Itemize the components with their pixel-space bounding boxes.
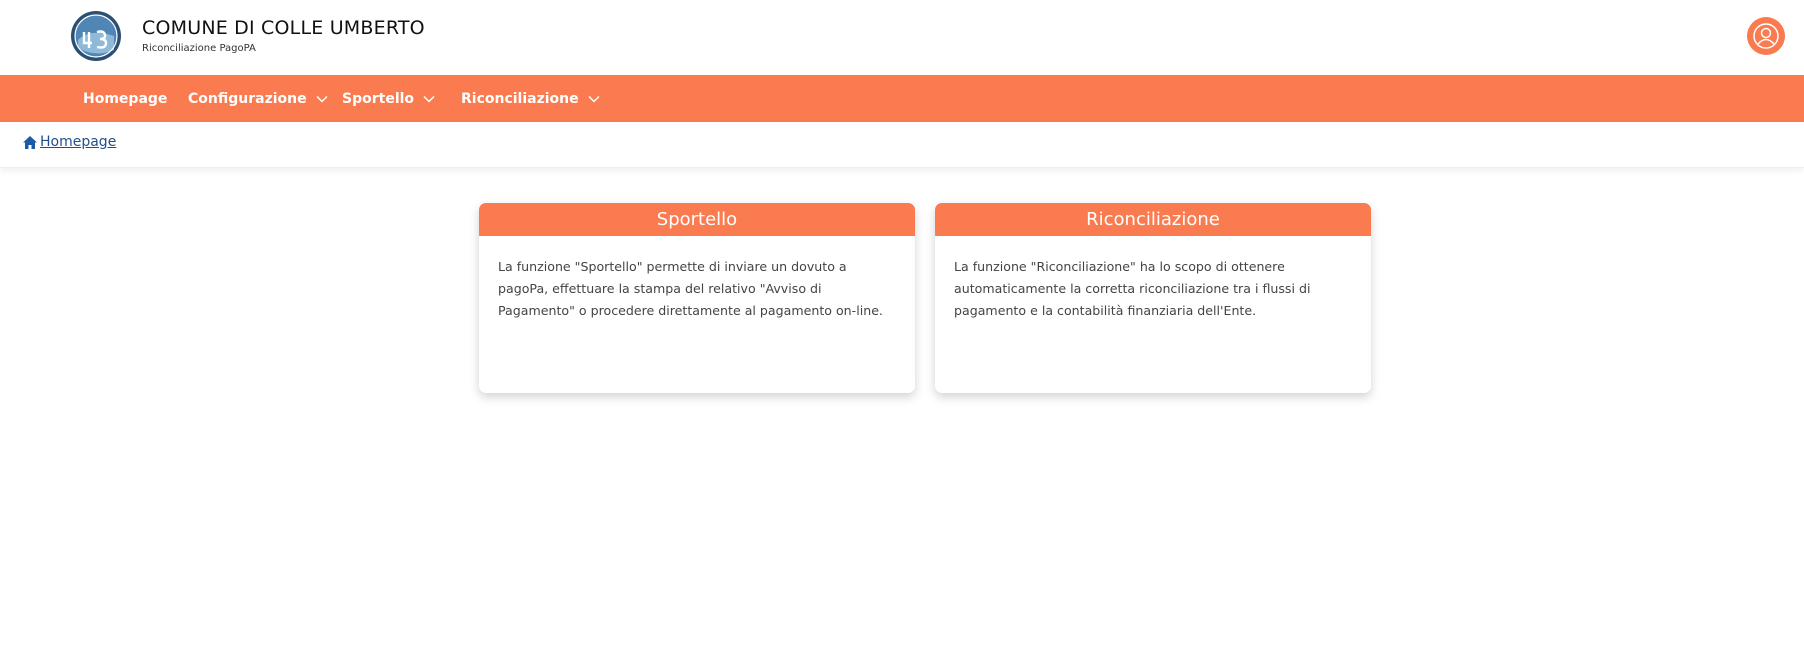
chevron-down-icon bbox=[423, 95, 435, 103]
site-title: COMUNE DI COLLE UMBERTO bbox=[142, 17, 425, 39]
card-description: La funzione "Sportello" permette di invi… bbox=[498, 259, 883, 318]
app-header: COMUNE DI COLLE UMBERTO Riconciliazione … bbox=[0, 0, 1804, 75]
nav-item-homepage[interactable]: Homepage bbox=[83, 75, 167, 122]
nav-item-riconciliazione[interactable]: Riconciliazione bbox=[461, 75, 600, 122]
card-description: La funzione "Riconciliazione" ha lo scop… bbox=[954, 259, 1311, 318]
breadcrumb-bar: Homepage bbox=[0, 122, 1804, 168]
nav-item-label: Riconciliazione bbox=[461, 90, 579, 107]
site-subtitle: Riconciliazione PagoPA bbox=[142, 43, 256, 54]
municipal-emblem-icon[interactable] bbox=[70, 10, 122, 62]
home-icon bbox=[22, 135, 38, 150]
chevron-down-icon bbox=[588, 95, 600, 103]
card-sportello[interactable]: Sportello La funzione "Sportello" permet… bbox=[479, 203, 915, 393]
user-account-button[interactable] bbox=[1747, 17, 1785, 55]
card-title: Riconciliazione bbox=[935, 203, 1371, 236]
nav-item-label: Sportello bbox=[342, 90, 415, 107]
breadcrumb-label: Homepage bbox=[40, 134, 117, 150]
main-navigation: Homepage Configurazione Sportello Riconc… bbox=[0, 75, 1804, 122]
user-account-icon bbox=[1752, 22, 1780, 50]
nav-item-label: Configurazione bbox=[188, 90, 307, 107]
chevron-down-icon bbox=[316, 95, 328, 103]
nav-item-label: Homepage bbox=[83, 90, 168, 107]
card-title: Sportello bbox=[479, 203, 915, 236]
breadcrumb-homepage-link[interactable]: Homepage bbox=[22, 134, 116, 150]
nav-item-configurazione[interactable]: Configurazione bbox=[188, 75, 328, 122]
card-riconciliazione[interactable]: Riconciliazione La funzione "Riconciliaz… bbox=[935, 203, 1371, 393]
nav-item-sportello[interactable]: Sportello bbox=[342, 75, 435, 122]
